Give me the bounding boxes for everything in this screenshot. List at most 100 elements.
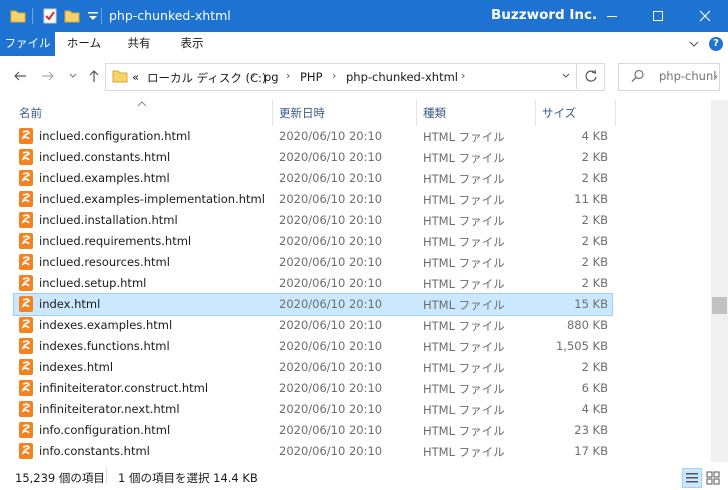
file-row[interactable]: index.html 2020/06/10 20:10 HTML ファイル 15 KB	[13, 293, 613, 316]
details-view-button[interactable]	[682, 468, 702, 488]
chevron-right-icon[interactable]: ›	[251, 69, 255, 82]
file-row[interactable]: indexes.examples.html 2020/06/10 20:10 HTM…	[14, 315, 612, 336]
address-dropdown-icon[interactable]	[561, 70, 571, 84]
file-date: 2020/06/10 20:10	[279, 213, 383, 227]
column-header-date[interactable]: 更新日時	[279, 100, 325, 126]
selection-info: 1 個の項目を選択 14.4 KB	[118, 471, 258, 485]
file-date: 2020/06/10 20:10	[279, 423, 383, 437]
html-file-icon	[19, 191, 33, 207]
breadcrumb-overflow[interactable]: «	[132, 70, 139, 84]
file-type: HTML ファイル	[423, 130, 505, 144]
file-row[interactable]: info.constants.html 2020/06/10 20:10 HTML …	[14, 441, 612, 462]
file-type: HTML ファイル	[423, 151, 505, 165]
file-name: inclued.setup.html	[39, 276, 147, 290]
tab-home[interactable]: ホーム	[58, 32, 110, 56]
column-header-size[interactable]: サイズ	[542, 100, 576, 126]
item-count: 15,239 個の項目	[15, 471, 105, 485]
file-name: inclued.resources.html	[39, 255, 170, 269]
search-icon	[631, 69, 645, 86]
properties-icon[interactable]	[42, 8, 58, 24]
file-row[interactable]: inclued.requirements.html 2020/06/10 20:1…	[14, 231, 612, 252]
chevron-right-icon[interactable]: ›	[461, 69, 465, 82]
file-type: HTML ファイル	[423, 277, 505, 291]
file-row[interactable]: infiniteiterator.next.html 2020/06/10 20:…	[14, 399, 612, 420]
forward-button[interactable]	[38, 66, 58, 86]
file-row[interactable]: indexes.html 2020/06/10 20:10 HTML ファイル 2 K…	[14, 357, 612, 378]
file-row[interactable]: inclued.installation.html 2020/06/10 20:1…	[14, 210, 612, 231]
file-size: 2 KB	[581, 234, 608, 248]
file-size: 23 KB	[574, 423, 608, 437]
breadcrumb-pg[interactable]: pg	[264, 70, 279, 84]
search-input[interactable]	[657, 68, 719, 84]
scrollbar-thumb[interactable]	[712, 297, 727, 314]
address-bar[interactable]: « ローカル ディスク (C:) › pg › PHP › php-chunke…	[105, 63, 605, 91]
file-date: 2020/06/10 20:10	[279, 444, 383, 458]
help-icon[interactable]: ?	[709, 37, 723, 51]
address-toolbar: « ローカル ディスク (C:) › pg › PHP › php-chunke…	[0, 56, 728, 96]
file-row[interactable]: infiniteiterator.construct.html 2020/06/1…	[14, 378, 612, 399]
vertical-scrollbar[interactable]	[711, 100, 728, 462]
close-button[interactable]	[682, 0, 728, 32]
file-date: 2020/06/10 20:10	[279, 402, 383, 416]
folder-icon	[10, 8, 26, 24]
file-row[interactable]: inclued.setup.html 2020/06/10 20:10 HTML フ…	[14, 273, 612, 294]
chevron-right-icon[interactable]: ›	[332, 69, 336, 82]
html-file-icon	[19, 212, 33, 228]
file-name: info.constants.html	[39, 444, 150, 458]
search-box[interactable]	[618, 63, 720, 91]
file-name: infiniteiterator.next.html	[39, 402, 180, 416]
up-button[interactable]	[84, 66, 104, 86]
chevron-right-icon[interactable]: ›	[286, 69, 290, 82]
breadcrumb-php[interactable]: PHP	[300, 70, 323, 84]
file-date: 2020/06/10 20:10	[279, 360, 383, 374]
breadcrumb-drive[interactable]: ローカル ディスク (C:)	[147, 70, 266, 86]
file-name: inclued.examples.html	[39, 171, 170, 185]
file-date: 2020/06/10 20:10	[279, 339, 383, 353]
large-icons-view-button[interactable]	[704, 469, 722, 487]
status-bar: 15,239 個の項目 1 個の項目を選択 14.4 KB	[0, 464, 728, 490]
html-file-icon	[19, 338, 33, 354]
minimize-button[interactable]	[589, 0, 635, 32]
file-type: HTML ファイル	[423, 424, 505, 438]
sort-ascending-icon	[137, 96, 147, 110]
file-date: 2020/06/10 20:10	[279, 255, 383, 269]
tab-view[interactable]: 表示	[166, 32, 218, 56]
file-name: inclued.constants.html	[39, 150, 171, 164]
file-size: 4 KB	[581, 402, 608, 416]
new-folder-icon[interactable]	[64, 8, 80, 24]
tab-share[interactable]: 共有	[113, 32, 165, 56]
file-type: HTML ファイル	[423, 445, 505, 459]
file-size: 880 KB	[566, 318, 608, 332]
file-row[interactable]: inclued.configuration.html 2020/06/10 20:…	[14, 126, 612, 147]
expand-ribbon-icon[interactable]	[688, 38, 700, 53]
file-row[interactable]: inclued.resources.html 2020/06/10 20:10 HT…	[14, 252, 612, 273]
column-header-type[interactable]: 種類	[423, 100, 446, 126]
file-date: 2020/06/10 20:10	[279, 150, 383, 164]
file-size: 2 KB	[581, 171, 608, 185]
file-date: 2020/06/10 20:10	[279, 318, 383, 332]
html-file-icon	[19, 359, 33, 375]
file-date: 2020/06/10 20:10	[279, 297, 383, 311]
refresh-icon	[585, 69, 597, 82]
tab-file[interactable]: ファイル	[0, 32, 55, 56]
file-row[interactable]: inclued.constants.html 2020/06/10 20:10 HT…	[14, 147, 612, 168]
file-type: HTML ファイル	[423, 403, 505, 417]
back-button[interactable]	[10, 66, 30, 86]
refresh-button[interactable]	[576, 63, 605, 89]
file-name: info.configuration.html	[39, 423, 171, 437]
html-file-icon	[19, 149, 33, 165]
file-name: indexes.functions.html	[39, 339, 170, 353]
file-name: inclued.installation.html	[39, 213, 178, 227]
maximize-button[interactable]	[635, 0, 681, 32]
file-row[interactable]: info.configuration.html 2020/06/10 20:10 H…	[14, 420, 612, 441]
breadcrumb-current[interactable]: php-chunked-xhtml	[346, 70, 458, 84]
html-file-icon	[19, 170, 33, 186]
file-name: indexes.html	[39, 360, 114, 374]
file-type: HTML ファイル	[423, 319, 505, 333]
customize-quick-access-icon[interactable]	[85, 8, 101, 24]
column-header-name[interactable]: 名前	[19, 100, 42, 126]
recent-locations-button[interactable]	[63, 66, 83, 86]
file-row[interactable]: inclued.examples-implementation.html 2020…	[14, 189, 612, 210]
file-row[interactable]: inclued.examples.html 2020/06/10 20:10 HTM…	[14, 168, 612, 189]
file-row[interactable]: indexes.functions.html 2020/06/10 20:10 HT…	[14, 336, 612, 357]
